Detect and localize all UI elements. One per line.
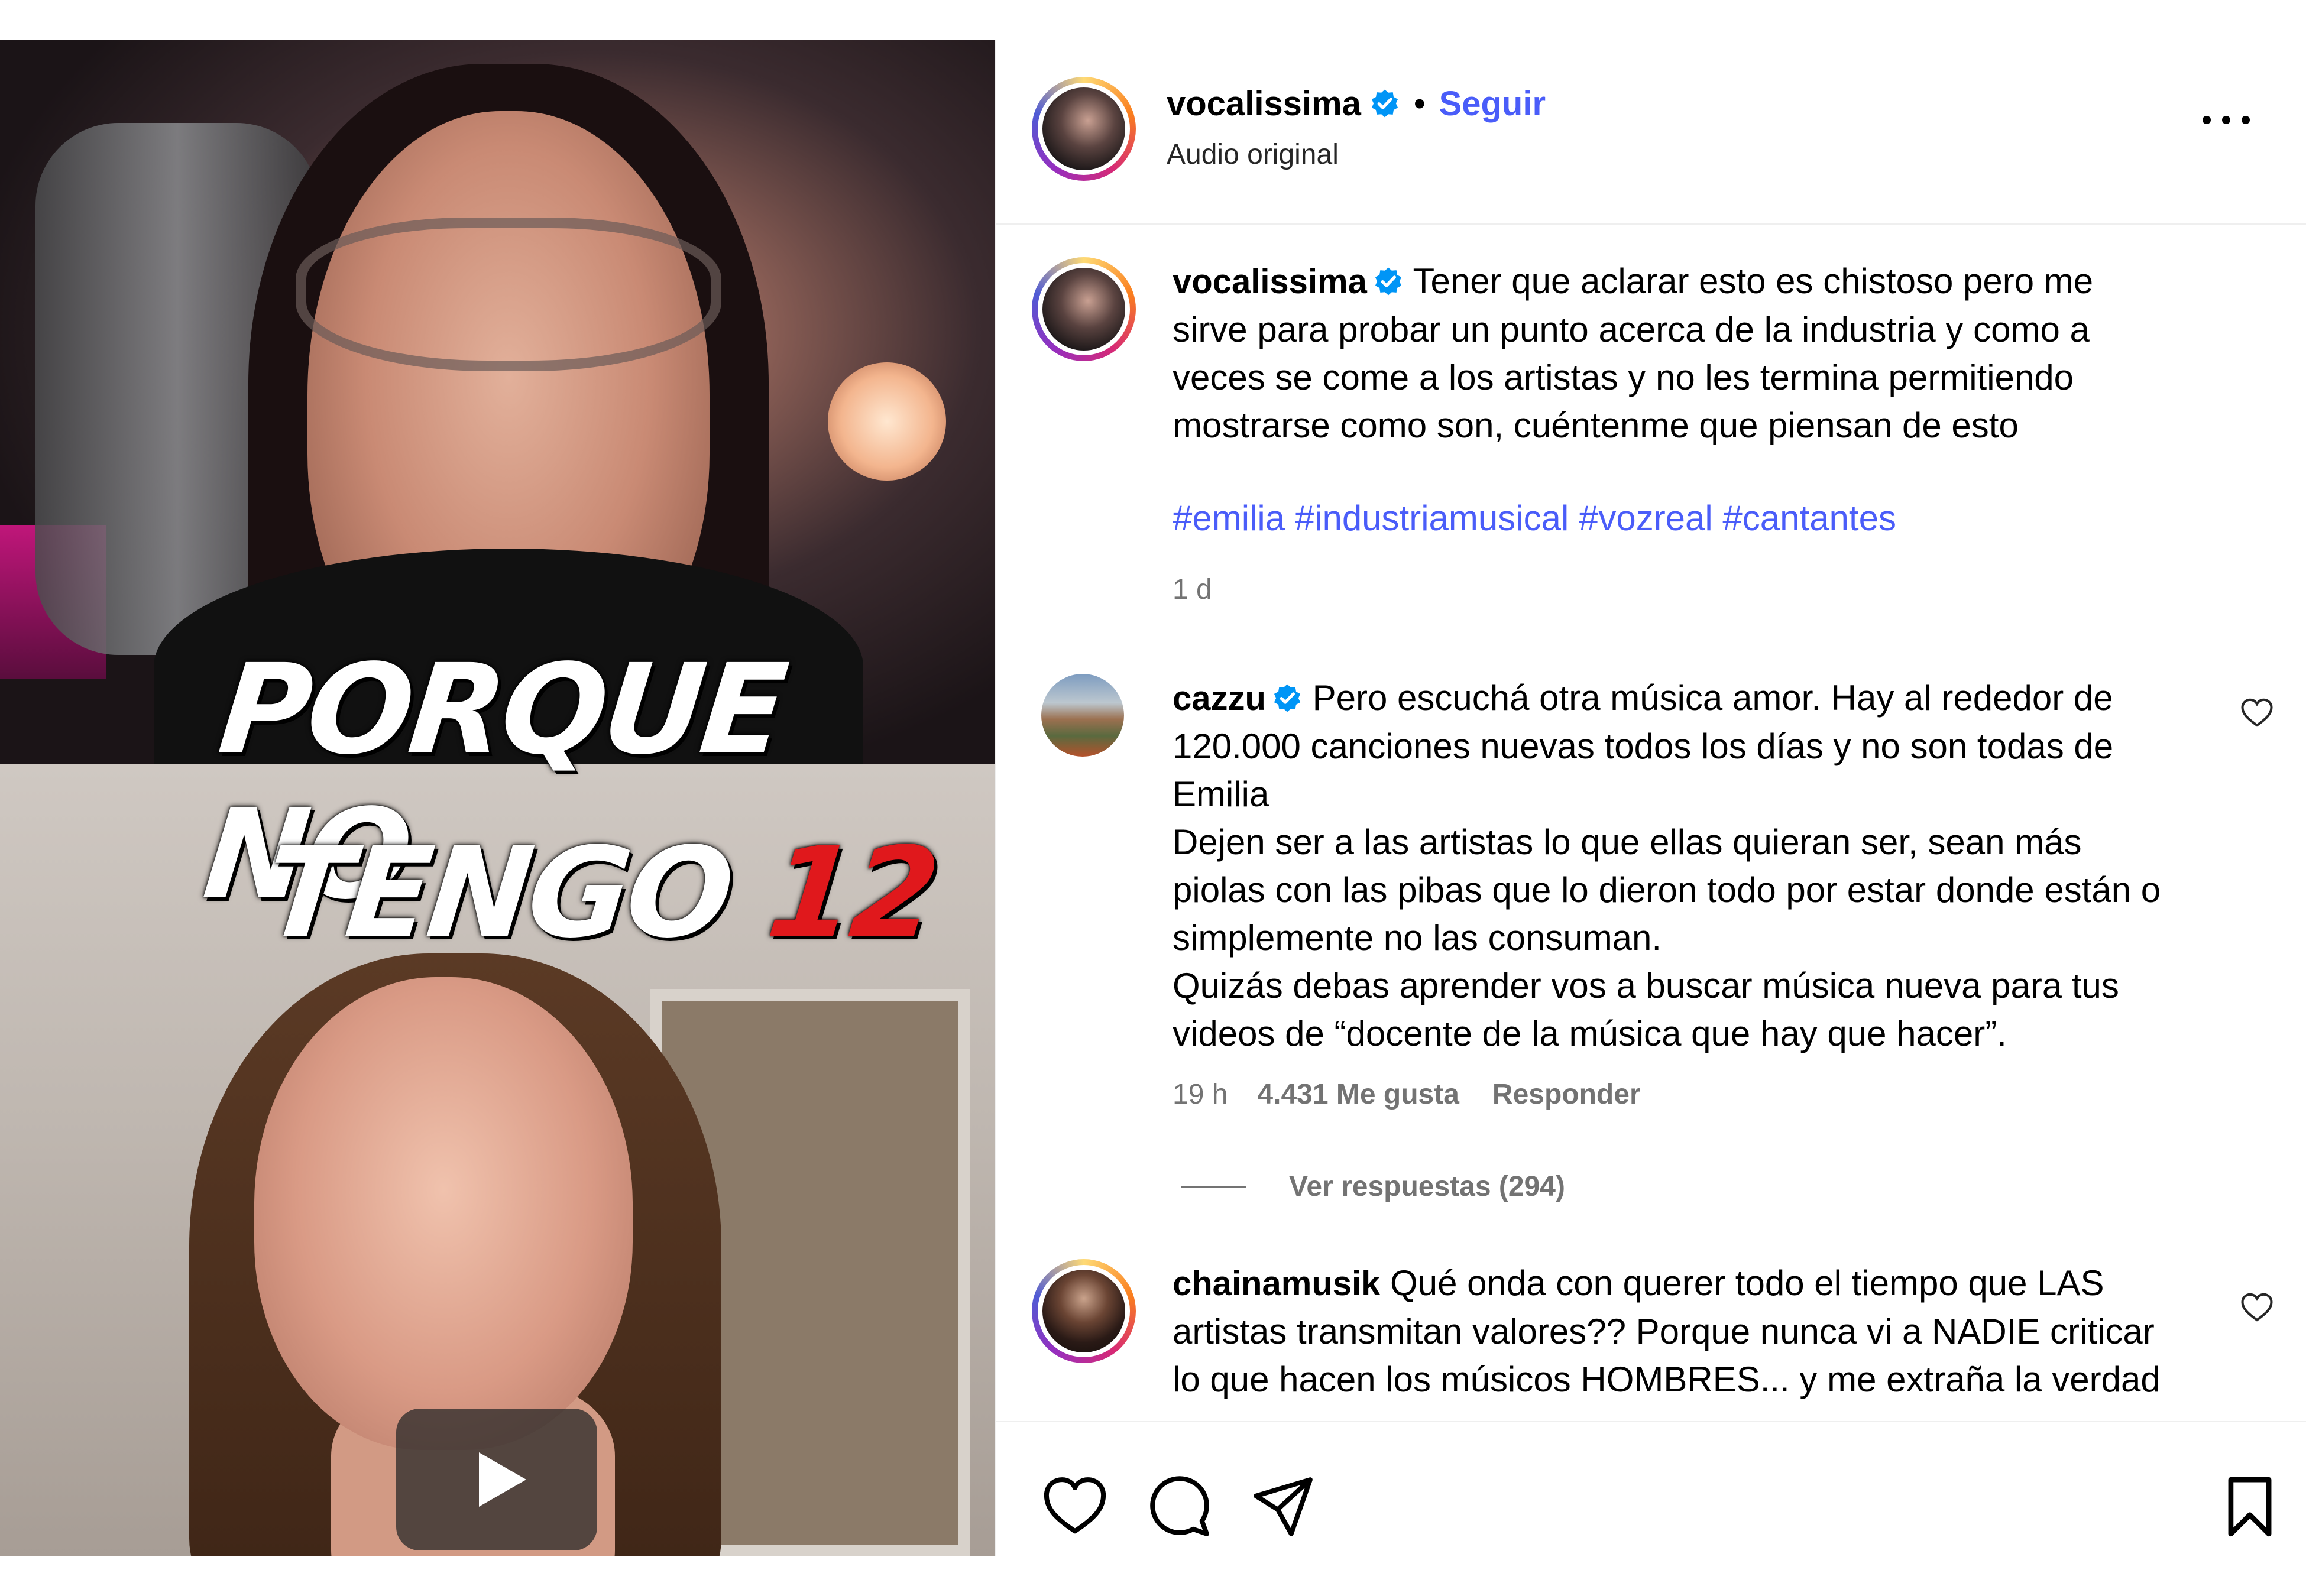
caption-hashtags[interactable]: #emilia #industriamusical #vozreal #cant… [1173,494,2178,542]
comment-bubble-icon[interactable] [1147,1474,1212,1539]
verified-badge-icon [1375,267,1401,296]
author-avatar[interactable] [1032,77,1136,181]
commenter-avatar[interactable] [1032,1259,1136,1363]
comment-meta: 19 h 4.431 Me gusta Responder [1173,1078,1641,1111]
reply-button[interactable]: Responder [1492,1079,1641,1110]
comment-body: chainamusik Qué onda con querer todo el … [1173,1259,2178,1403]
video-caption-number: 12 [761,820,943,965]
play-button[interactable] [396,1409,597,1550]
commenter-avatar[interactable] [1041,674,1124,757]
follow-button[interactable]: Seguir [1439,85,1546,123]
caption-username[interactable]: vocalissima [1173,262,1367,301]
audio-label[interactable]: Audio original [1167,138,1339,171]
video-caption-line2: TENGO 12 [258,820,942,965]
caption-body: vocalissima Tener que aclarar esto es ch… [1173,257,2178,542]
author-username[interactable]: vocalissima [1167,85,1361,123]
caption-time: 1 d [1173,574,1212,605]
more-options-icon[interactable] [2203,111,2250,129]
author-line: vocalissima • Seguir [1167,84,1546,124]
panel-divider [995,40,996,1556]
commenter-username[interactable]: cazzu [1173,679,1266,718]
view-replies-button[interactable]: Ver respuestas (294) [1181,1170,1565,1203]
comment-text: Pero escuchá otra música amor. Hay al re… [1173,678,2161,1053]
post-video[interactable]: PORQUE NO TENGO 12 [0,40,995,1556]
bookmark-icon[interactable] [2217,1474,2282,1539]
background-lamp [828,362,946,481]
heart-icon[interactable] [1042,1474,1107,1539]
post-actions-bar [996,1421,2306,1558]
comment-body: cazzu Pero escuchá otra música amor. Hay… [1173,674,2178,1057]
commenter-username[interactable]: chainamusik [1173,1264,1380,1303]
header-divider [996,223,2306,225]
comment-item: cazzu Pero escuchá otra música amor. Hay… [1032,674,2273,1218]
video-caption-word: TENGO [258,820,737,965]
comment-like-heart-icon[interactable] [2240,698,2273,728]
verified-badge-icon [1274,684,1301,712]
replies-line [1181,1186,1246,1188]
comment-like-heart-icon[interactable] [2240,1292,2273,1323]
view-replies-label: Ver respuestas (294) [1289,1171,1565,1202]
author-avatar[interactable] [1032,257,1136,361]
person-face [254,977,633,1450]
post-caption: vocalissima Tener que aclarar esto es ch… [1032,257,2273,624]
verified-badge-icon [1372,89,1398,118]
person-glasses [296,218,721,371]
comment-likes[interactable]: 4.431 Me gusta [1257,1079,1459,1110]
play-icon [479,1452,526,1507]
comment-time: 19 h [1173,1079,1228,1110]
post-header: vocalissima • Seguir Audio original [1032,77,2273,189]
paper-plane-icon[interactable] [1251,1474,1316,1539]
separator-dot: • [1413,85,1426,123]
comment-item: chainamusik Qué onda con querer todo el … [1032,1259,2273,1425]
